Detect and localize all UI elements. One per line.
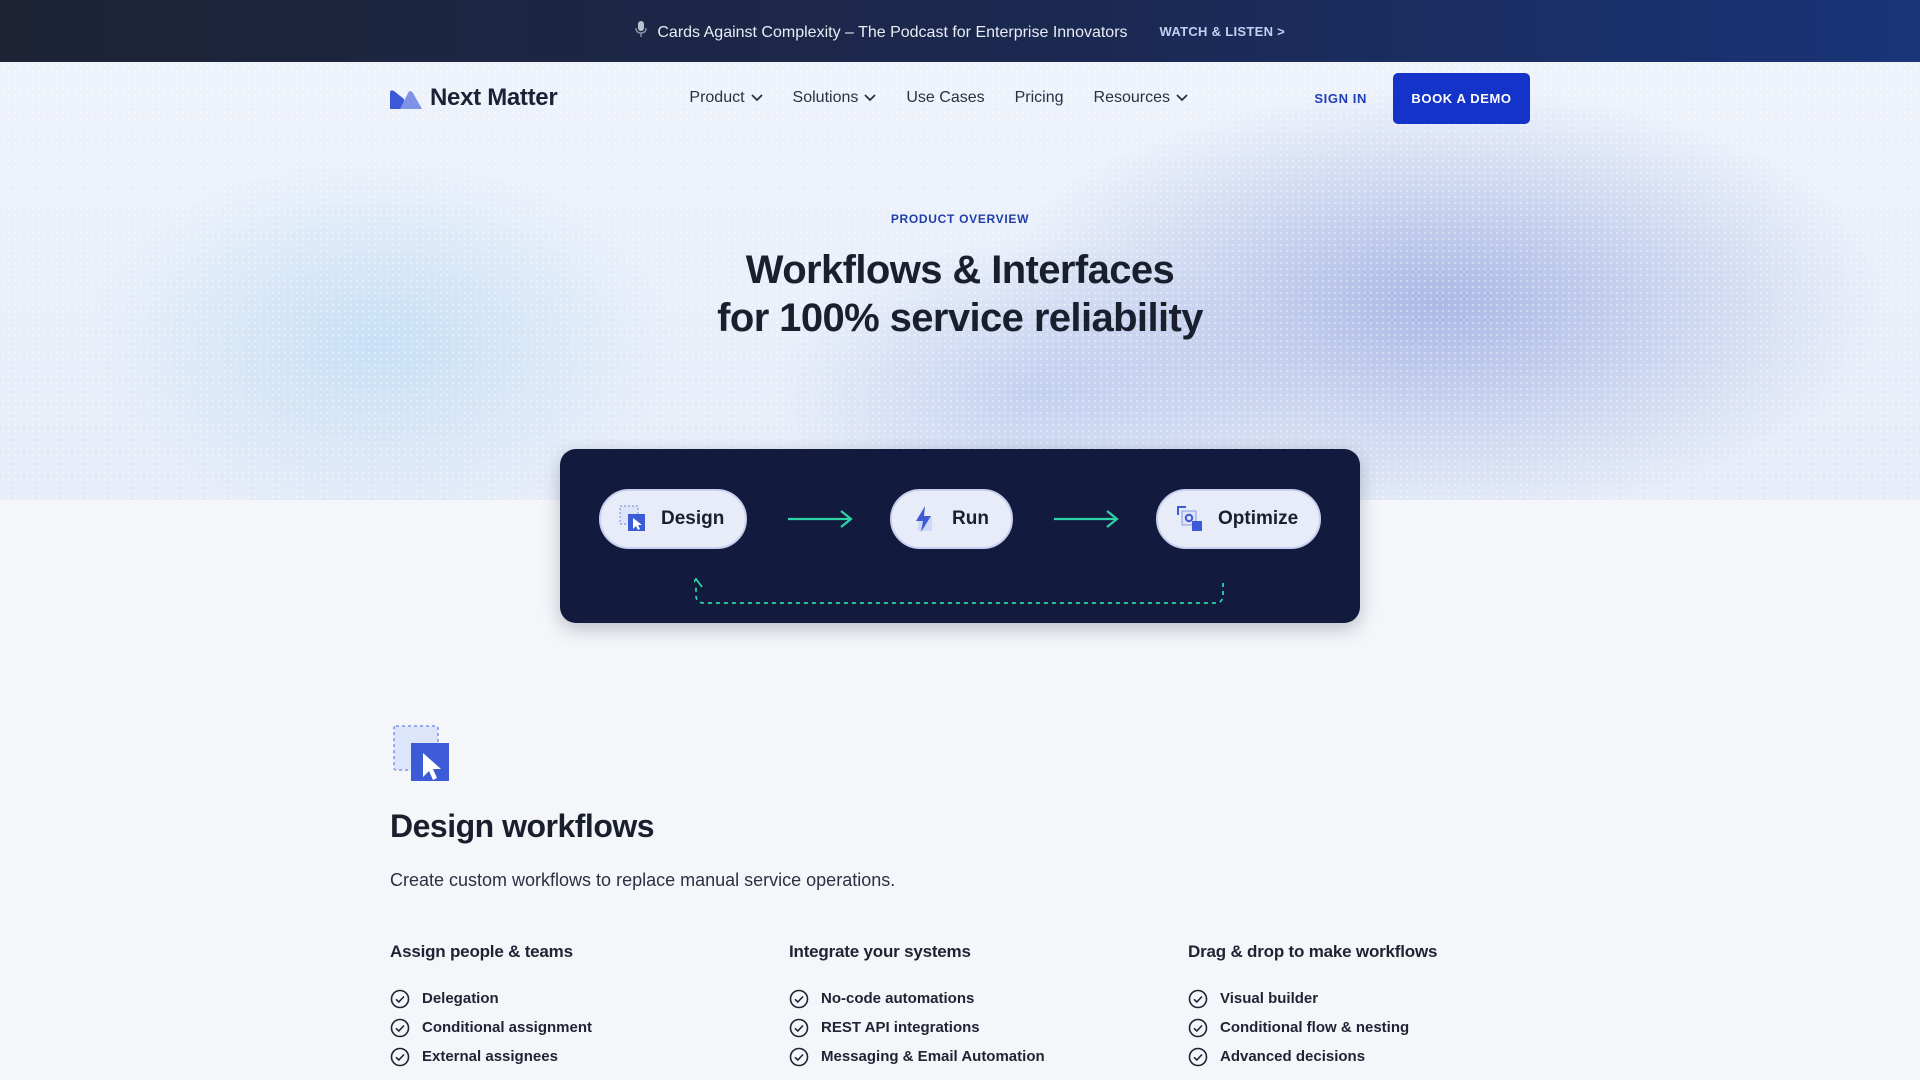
flow-step-design[interactable]: Design	[599, 489, 747, 549]
lightning-icon	[910, 505, 938, 533]
feature-item-label: REST API integrations	[821, 1019, 980, 1036]
feature-column-assign: Assign people & teams Delegation Conditi…	[390, 942, 770, 1071]
nav-item-label: Product	[689, 89, 745, 106]
main-nav: Next Matter Product Solutions Use Cases …	[390, 62, 1530, 134]
nav-menu: Product Solutions Use Cases Pricing Reso…	[689, 89, 1188, 107]
feature-item-label: Conditional flow & nesting	[1220, 1019, 1410, 1036]
logo-mark-icon	[390, 87, 422, 109]
nav-item-solutions[interactable]: Solutions	[793, 89, 877, 107]
chevron-down-icon	[750, 94, 763, 102]
check-circle-icon	[390, 1018, 410, 1038]
feature-list: Visual builder Conditional flow & nestin…	[1188, 984, 1568, 1071]
hero-title-line-1: Workflows & Interfaces	[745, 248, 1175, 292]
feature-heading: Integrate your systems	[789, 942, 971, 961]
feature-item: Visual builder	[1188, 984, 1568, 1013]
check-circle-icon	[789, 1018, 809, 1038]
feature-item-label: Conditional assignment	[422, 1019, 593, 1036]
flow-step-label: Design	[661, 508, 725, 529]
check-circle-icon	[1188, 989, 1208, 1009]
hero-title-line-2: for 100% service reliability	[717, 296, 1203, 340]
workflow-diagram: Design Run Optimize	[560, 449, 1360, 623]
sign-in-link[interactable]: SIGN IN	[1314, 91, 1367, 106]
check-circle-icon	[789, 1047, 809, 1067]
flow-step-label: Optimize	[1218, 508, 1299, 529]
nav-item-label: Solutions	[792, 89, 859, 106]
check-circle-icon	[390, 1047, 410, 1067]
logo[interactable]: Next Matter	[390, 84, 558, 112]
feature-item: External assignees	[390, 1042, 770, 1071]
section-subtitle: Create custom workflows to replace manua…	[390, 870, 896, 890]
design-cursor-icon	[619, 505, 647, 533]
feature-list: No-code automations REST API integration…	[789, 984, 1169, 1071]
check-circle-icon	[1188, 1047, 1208, 1067]
nav-item-product[interactable]: Product	[689, 89, 763, 107]
nav-item-use-cases[interactable]: Use Cases	[906, 89, 984, 107]
flow-step-run[interactable]: Run	[890, 489, 1013, 549]
feature-item-label: No-code automations	[821, 990, 975, 1007]
feature-item: Conditional flow & nesting	[1188, 1013, 1568, 1042]
check-circle-icon	[390, 989, 410, 1009]
feature-item: Messaging & Email Automation	[789, 1042, 1169, 1071]
watch-listen-link[interactable]: WATCH & LISTEN >	[1160, 24, 1286, 39]
feature-heading: Drag & drop to make workflows	[1188, 942, 1438, 961]
feature-column-drag-drop: Drag & drop to make workflows Visual bui…	[1188, 942, 1568, 1071]
chevron-down-icon	[1176, 94, 1188, 102]
feedback-loop-arrow	[694, 577, 1224, 604]
feature-item: Conditional assignment	[390, 1013, 770, 1042]
feature-item-label: Delegation	[422, 990, 499, 1007]
arrow-right-icon	[788, 510, 853, 528]
arrow-right-icon	[1054, 510, 1119, 528]
chevron-down-icon	[864, 94, 877, 102]
feature-item: Delegation	[390, 984, 770, 1013]
hero-title: Workflows & Interfaces for 100% service …	[0, 246, 1920, 342]
feature-heading: Assign people & teams	[390, 942, 573, 961]
feature-item-label: Visual builder	[1220, 990, 1319, 1007]
book-demo-button[interactable]: BOOK A DEMO	[1393, 72, 1530, 124]
check-circle-icon	[1188, 1018, 1208, 1038]
feature-item-label: Messaging & Email Automation	[821, 1048, 1045, 1065]
nav-item-label: Use Cases	[906, 89, 985, 106]
nav-item-label: Resources	[1093, 89, 1171, 106]
feature-item-label: External assignees	[422, 1048, 558, 1065]
design-workflows-icon	[393, 725, 451, 783]
hero-eyebrow: PRODUCT OVERVIEW	[890, 212, 1030, 226]
feature-column-integrate: Integrate your systems No-code automatio…	[789, 942, 1169, 1071]
feature-item: REST API integrations	[789, 1013, 1169, 1042]
flow-step-label: Run	[952, 508, 989, 529]
nav-item-resources[interactable]: Resources	[1094, 89, 1188, 107]
logo-text: Next Matter	[430, 84, 558, 111]
microphone-icon	[635, 20, 647, 37]
nav-item-label: Pricing	[1014, 89, 1064, 106]
optimize-gear-icon	[1176, 505, 1204, 533]
announcement-text-wrap: Cards Against Complexity – The Podcast f…	[635, 20, 1128, 42]
check-circle-icon	[789, 989, 809, 1009]
feature-item: Advanced decisions	[1188, 1042, 1568, 1071]
flow-step-optimize[interactable]: Optimize	[1156, 489, 1321, 549]
announcement-bar: Cards Against Complexity – The Podcast f…	[0, 0, 1920, 62]
section-title: Design workflows	[390, 808, 655, 844]
feature-item: No-code automations	[789, 984, 1169, 1013]
nav-item-pricing[interactable]: Pricing	[1015, 89, 1064, 107]
feature-list: Delegation Conditional assignment Extern…	[390, 984, 770, 1071]
feature-item-label: Advanced decisions	[1220, 1048, 1366, 1065]
announcement-text: Cards Against Complexity – The Podcast f…	[657, 23, 1128, 41]
